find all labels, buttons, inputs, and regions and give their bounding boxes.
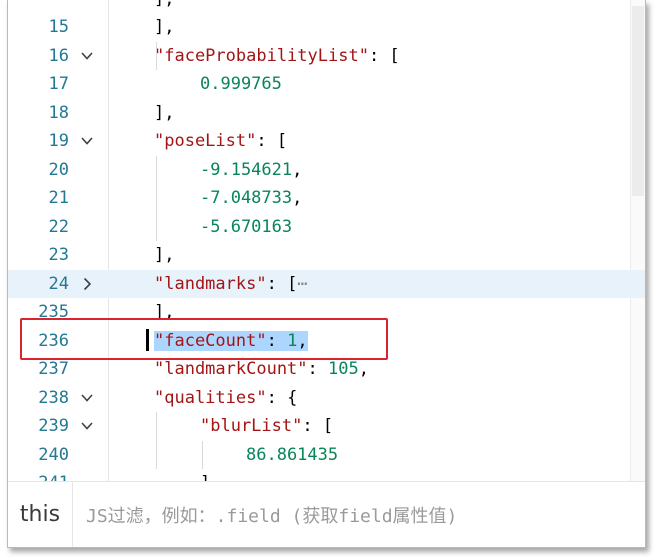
code-text: ], bbox=[154, 0, 174, 13]
code-line[interactable]: 240 86.861435 bbox=[8, 441, 645, 469]
indent-guide bbox=[202, 440, 203, 469]
context-label: this bbox=[8, 482, 73, 547]
code-token: : { bbox=[266, 387, 298, 408]
code-line-partial: ], bbox=[8, 0, 645, 13]
fold-collapsed-chevron-right-icon[interactable] bbox=[80, 277, 94, 291]
code-line[interactable]: 239 "blurList": [ bbox=[8, 412, 645, 440]
line-number: 23 bbox=[48, 245, 69, 265]
code-token: "qualities" bbox=[154, 387, 267, 408]
code-token: , bbox=[358, 359, 369, 379]
code-token: : [ bbox=[368, 45, 400, 66]
code-text: ], bbox=[154, 99, 174, 127]
code-line[interactable]: 238 "qualities": { bbox=[8, 384, 645, 412]
code-text: ], bbox=[154, 241, 174, 269]
line-number: 239 bbox=[38, 416, 69, 436]
code-line[interactable]: 24 "landmarks": [⋯ bbox=[8, 269, 645, 298]
line-number: 241 bbox=[8, 469, 69, 481]
code-line[interactable]: 19 "poseList": [ bbox=[8, 127, 645, 155]
indent-guide bbox=[156, 41, 157, 70]
code-token: : bbox=[307, 359, 329, 379]
code-line[interactable]: 18], bbox=[8, 99, 645, 127]
code-token: "faceProbabilityList" bbox=[154, 45, 369, 66]
code-text: "poseList": [ bbox=[154, 127, 287, 155]
code-line[interactable]: 16 "faceProbabilityList": [ bbox=[8, 42, 645, 70]
code-token: ], bbox=[200, 473, 220, 481]
code-text: 86.861435 bbox=[246, 441, 338, 469]
code-token: : [ bbox=[302, 416, 334, 436]
code-token: ], bbox=[154, 245, 175, 265]
code-line[interactable]: 20 -9.154621, bbox=[8, 156, 645, 184]
code-text: -7.048733, bbox=[200, 184, 302, 212]
code-line[interactable]: 23], bbox=[8, 241, 645, 269]
filter-bar: this bbox=[8, 481, 645, 547]
code-editor[interactable]: ],15],16"faceProbabilityList": [170.9997… bbox=[8, 0, 645, 481]
code-token: 0.999765 bbox=[200, 74, 282, 94]
code-token: , bbox=[292, 188, 303, 208]
code-text: -5.670163 bbox=[200, 213, 292, 241]
code-token: -7.048733 bbox=[200, 188, 293, 208]
line-number: 18 bbox=[48, 102, 69, 123]
highlight-callout-box bbox=[20, 318, 388, 360]
fold-expanded-chevron-down-icon[interactable] bbox=[80, 49, 94, 63]
json-viewer-panel: ],15],16"faceProbabilityList": [170.9997… bbox=[7, 0, 646, 548]
code-token: -5.670163 bbox=[200, 216, 293, 237]
code-token: 105 bbox=[328, 359, 359, 379]
line-number: 20 bbox=[48, 159, 69, 180]
code-token: "landmarkCount" bbox=[154, 359, 308, 379]
code-text: "blurList": [ bbox=[200, 412, 333, 440]
line-number: 16 bbox=[48, 45, 69, 66]
fold-expanded-chevron-down-icon[interactable] bbox=[80, 419, 94, 433]
code-text: "qualities": { bbox=[154, 384, 297, 412]
code-token: ], bbox=[154, 17, 175, 37]
code-line[interactable]: 21 -7.048733, bbox=[8, 184, 645, 212]
code-line[interactable]: 241], bbox=[8, 469, 645, 481]
js-filter-input[interactable] bbox=[74, 482, 645, 547]
code-text: "landmarks": [⋯ bbox=[154, 270, 308, 298]
code-token: "poseList" bbox=[154, 131, 257, 151]
code-token: , bbox=[292, 159, 303, 180]
code-line[interactable]: 22 -5.670163 bbox=[8, 213, 645, 241]
code-token: ], bbox=[154, 102, 175, 123]
line-number: 22 bbox=[48, 216, 69, 237]
line-number: 17 bbox=[48, 74, 69, 94]
code-token: 86.861435 bbox=[246, 444, 339, 465]
code-token: "landmarks" bbox=[154, 273, 267, 294]
line-number: 24 bbox=[48, 273, 69, 294]
line-number: 21 bbox=[48, 188, 69, 208]
indent-guide bbox=[156, 412, 157, 469]
code-token: : [ bbox=[266, 273, 298, 294]
line-number: 15 bbox=[48, 17, 69, 37]
fold-expanded-chevron-down-icon[interactable] bbox=[80, 391, 94, 405]
code-text: "faceProbabilityList": [ bbox=[154, 42, 400, 70]
folded-ellipsis-icon[interactable]: ⋯ bbox=[297, 274, 307, 294]
code-line[interactable]: 17 0.999765 bbox=[8, 70, 645, 98]
line-number: 19 bbox=[48, 131, 69, 151]
code-text: ], bbox=[154, 13, 174, 41]
code-token: : [ bbox=[256, 131, 288, 151]
code-text: -9.154621, bbox=[200, 156, 302, 184]
indent-guide bbox=[156, 155, 157, 241]
code-text: ], bbox=[200, 469, 220, 481]
code-line[interactable]: 15], bbox=[8, 13, 645, 41]
code-text: 0.999765 bbox=[200, 70, 282, 98]
code-token: -9.154621 bbox=[200, 159, 293, 180]
code-token: "blurList" bbox=[200, 416, 303, 436]
line-number: 240 bbox=[38, 444, 69, 465]
fold-expanded-chevron-down-icon[interactable] bbox=[80, 134, 94, 148]
line-number: 238 bbox=[38, 387, 69, 408]
